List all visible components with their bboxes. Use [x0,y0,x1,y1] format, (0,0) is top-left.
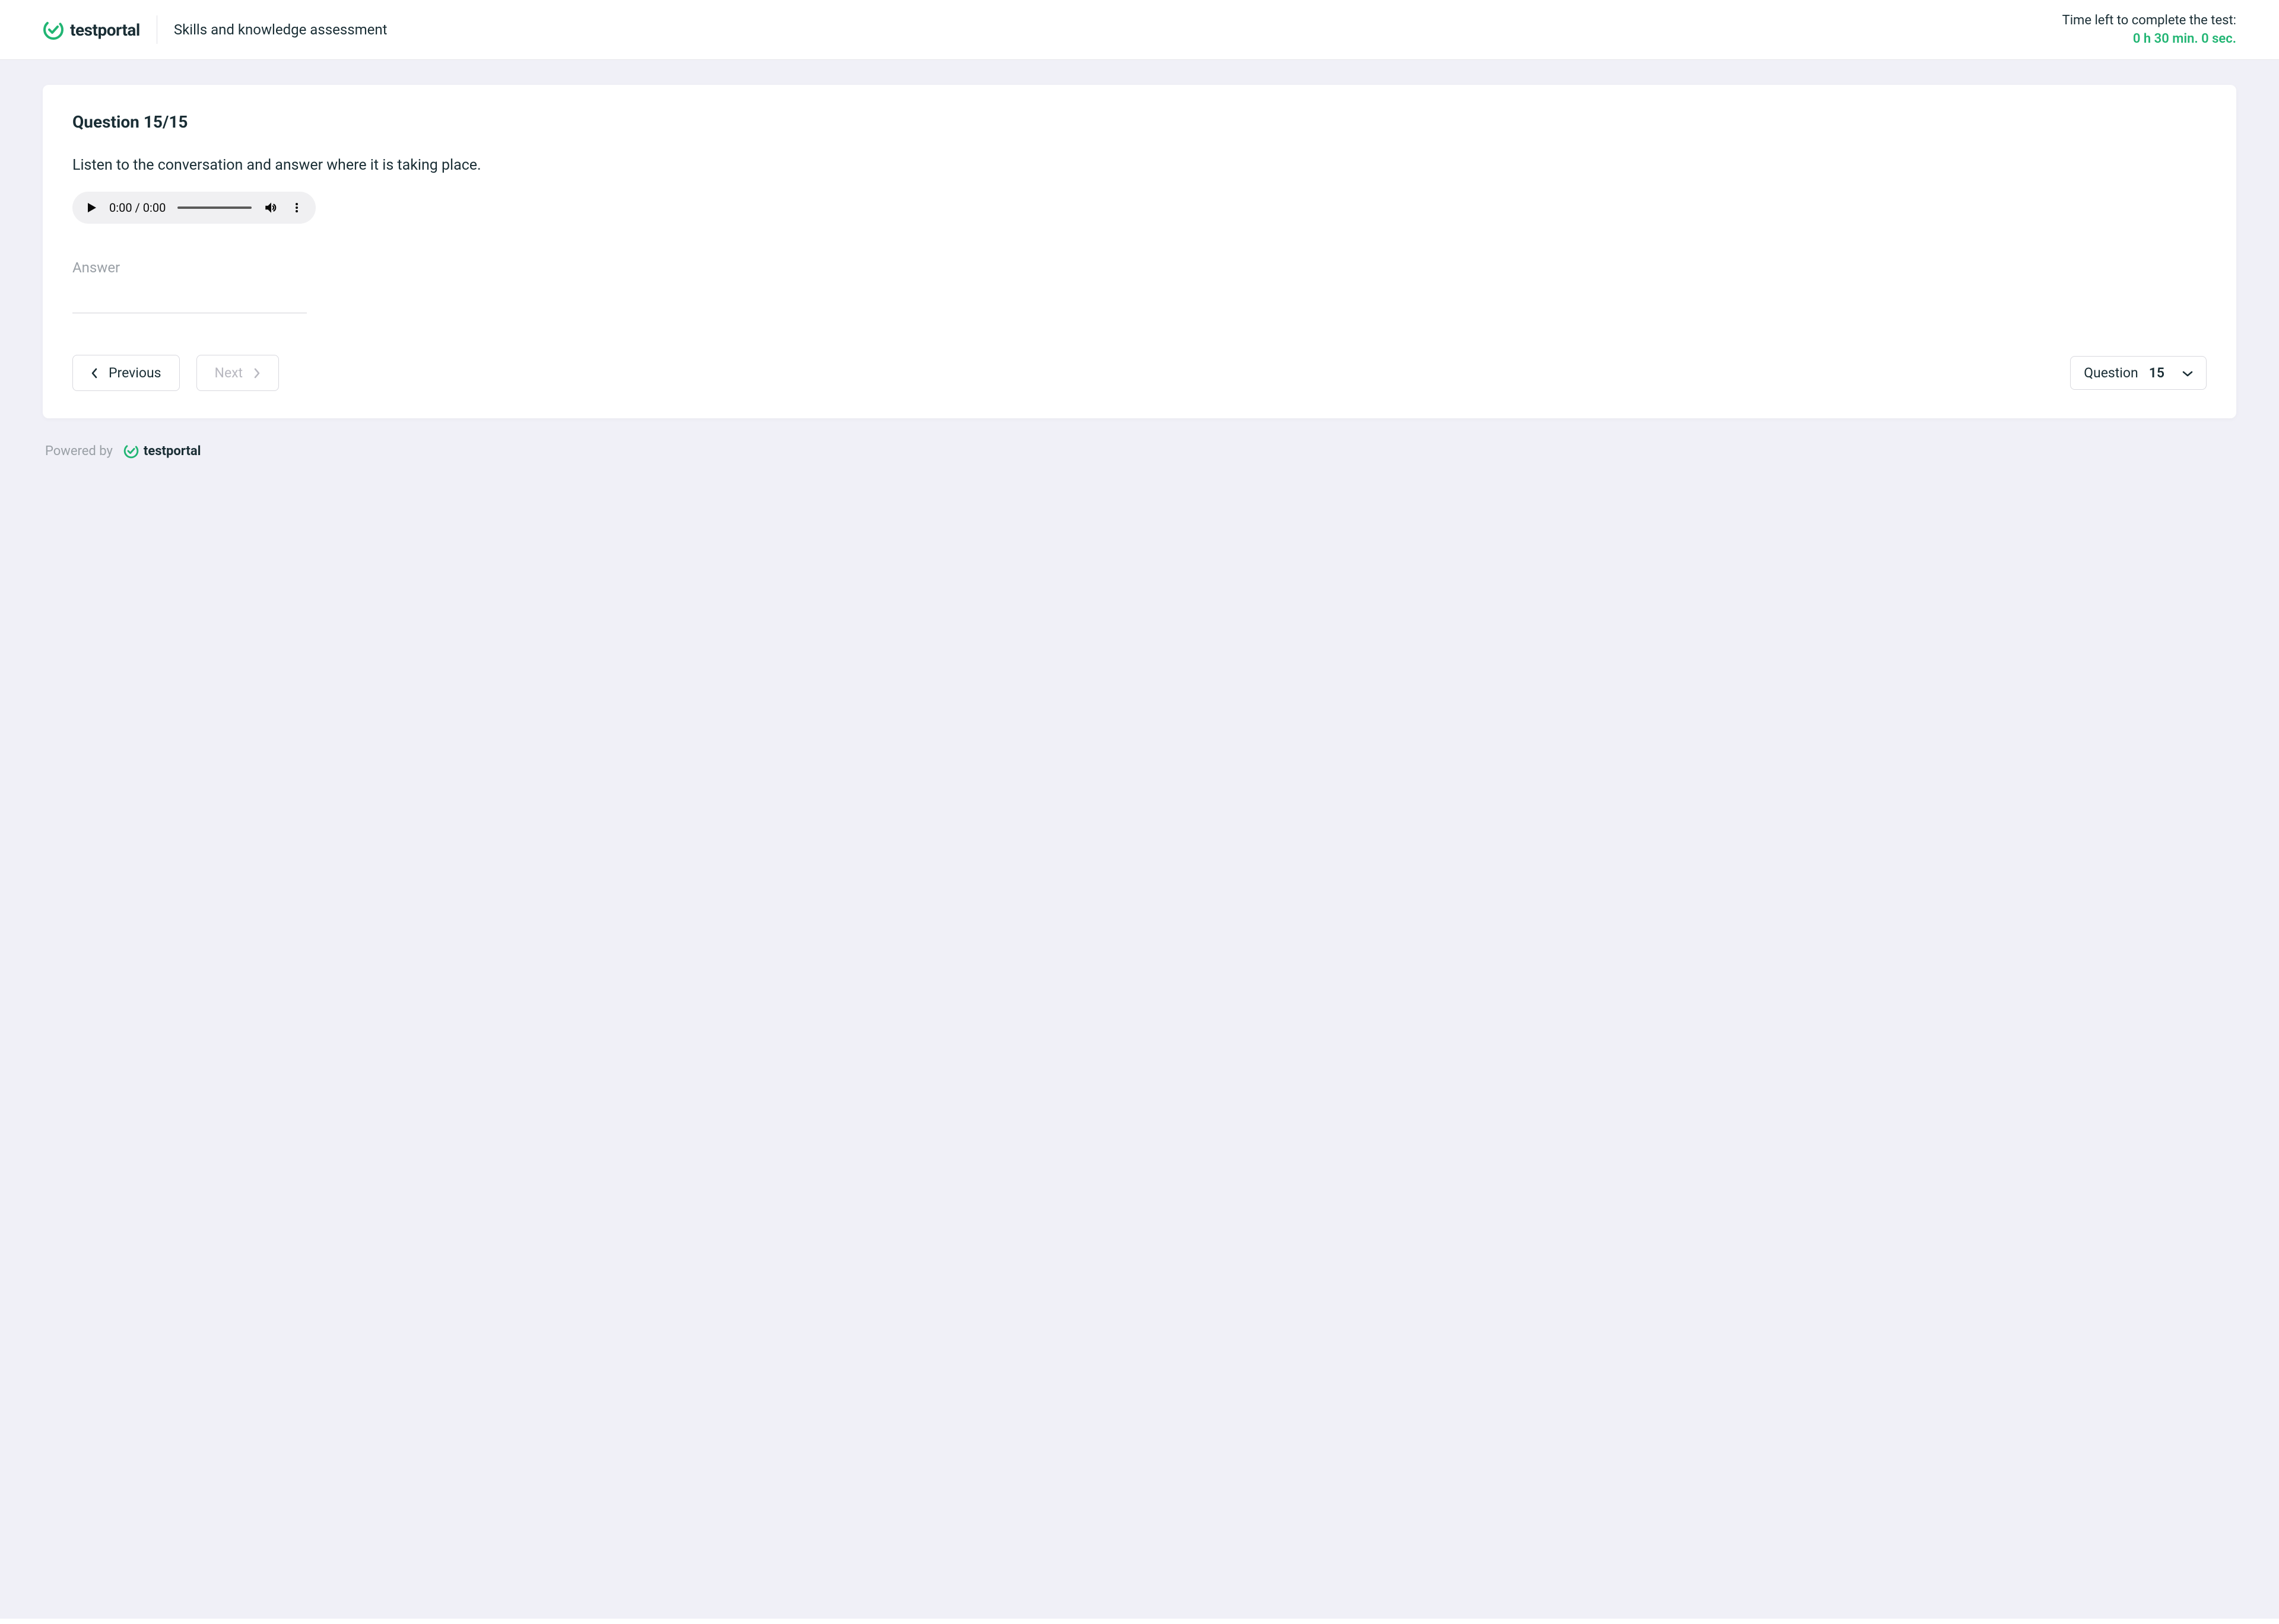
question-selector-value: 15 [2149,365,2164,381]
nav-buttons: Previous Next [72,355,279,391]
audio-duration: 0:00 [143,201,166,215]
audio-time: 0:00 / 0:00 [109,201,166,215]
header: testportal Skills and knowledge assessme… [0,0,2279,60]
testportal-logo-icon [123,443,139,459]
brand-name: testportal [70,20,140,40]
test-title: Skills and knowledge assessment [174,20,388,39]
question-counter: Question 15/15 [72,112,2207,132]
answer-label: Answer [72,259,2207,276]
audio-player: 0:00 / 0:00 [72,192,316,224]
question-selector-label: Question [2084,365,2138,381]
audio-more-button[interactable] [291,202,303,214]
play-icon [85,202,97,214]
question-text: Listen to the conversation and answer wh… [72,157,2207,174]
question-selector[interactable]: Question 15 [2070,356,2207,390]
next-button[interactable]: Next [196,355,280,391]
time-left-value: 0 h 30 min. 0 sec. [2062,31,2236,46]
brand-logo: testportal [43,19,140,40]
answer-input[interactable] [72,281,307,313]
next-label: Next [215,365,243,381]
question-card: Question 15/15 Listen to the conversatio… [43,85,2236,418]
previous-label: Previous [109,365,161,381]
chevron-right-icon [253,368,261,379]
audio-current-time: 0:00 [109,201,132,215]
footer: Powered by testportal [43,443,2236,459]
header-left: testportal Skills and knowledge assessme… [43,15,388,44]
volume-button[interactable] [264,200,279,215]
page-background: Question 15/15 Listen to the conversatio… [0,60,2279,1619]
test-title-text: Skills and knowledge assessment [174,21,388,38]
time-left-label: Time left to complete the test: [2062,13,2236,28]
chevron-down-icon [2182,365,2193,381]
header-right: Time left to complete the test: 0 h 30 m… [2062,13,2236,46]
volume-icon [264,200,279,215]
footer-brand-logo: testportal [123,443,201,459]
answer-section: Answer [72,259,2207,313]
more-vertical-icon [291,202,303,214]
powered-by-label: Powered by [45,444,113,459]
previous-button[interactable]: Previous [72,355,180,391]
play-button[interactable] [85,202,97,214]
audio-seek-track[interactable] [177,206,252,209]
footer-brand-name: testportal [144,444,201,459]
chevron-left-icon [91,368,98,379]
question-nav-row: Previous Next Question 15 [72,355,2207,391]
testportal-logo-icon [43,19,64,40]
